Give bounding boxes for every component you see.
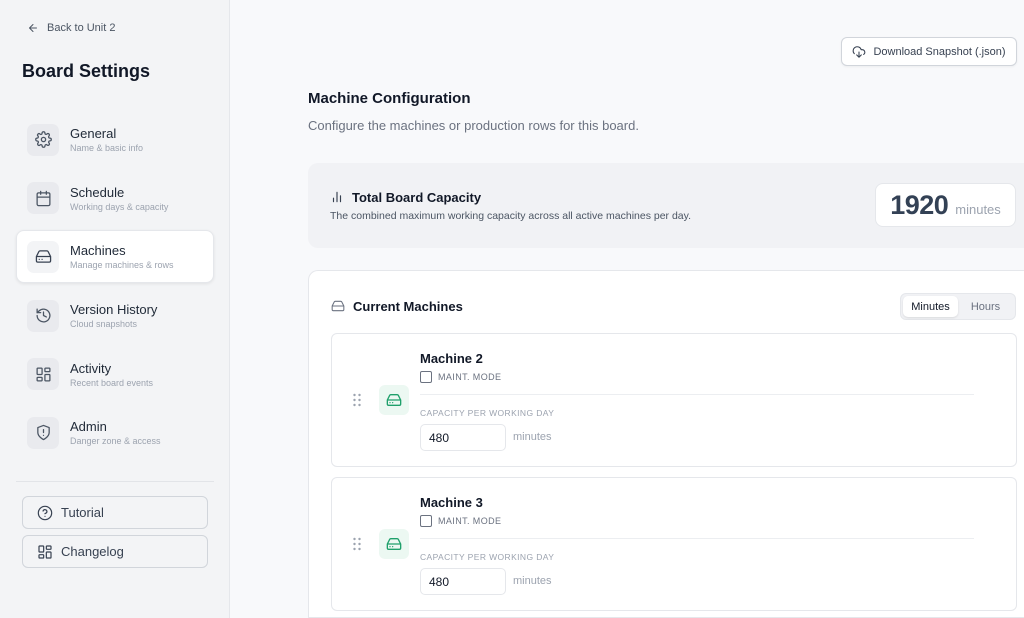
sidebar-item-sublabel: Name & basic info [70, 143, 144, 153]
unit-toggle: Minutes Hours [900, 293, 1016, 320]
machine-card: Machine 3 MAINT. MODE CAPACITY PER WORKI… [331, 477, 1017, 611]
shield-icon [27, 416, 59, 449]
sidebar: Back to Unit 2 Board Settings General Na… [0, 0, 230, 618]
machine-icon [379, 385, 409, 415]
sidebar-item-admin[interactable]: Admin Danger zone & access [16, 406, 214, 459]
grid-icon [27, 358, 59, 391]
sidebar-title: Board Settings [22, 61, 151, 81]
page-title: Machine Configuration [308, 90, 471, 107]
machine-icon [27, 240, 59, 273]
divider [420, 538, 974, 539]
sidebar-item-sublabel: Danger zone & access [70, 436, 161, 447]
download-snapshot-button[interactable]: Download Snapshot (.json) [841, 37, 1017, 66]
maint-mode-label: MAINT. MODE [438, 372, 502, 382]
cloud-download-icon [853, 45, 866, 58]
capacity-value: 1920 [890, 190, 949, 220]
maint-mode-checkbox[interactable] [420, 371, 432, 383]
capacity-unit: minutes [513, 575, 552, 587]
changelog-button[interactable]: Changelog [22, 535, 208, 568]
download-snapshot-label: Download Snapshot (.json) [873, 45, 1006, 58]
capacity-value-box: 1920 minutes [875, 183, 1016, 227]
sidebar-item-machines[interactable]: Machines Manage machines & rows [16, 230, 214, 284]
sidebar-item-sublabel: Working days & capacity [70, 201, 169, 212]
back-link[interactable]: Back to Unit 2 [27, 22, 115, 34]
capacity-unit: minutes [955, 202, 1001, 217]
sidebar-item-activity[interactable]: Activity Recent board events [16, 348, 214, 401]
sidebar-item-label: Machines [70, 243, 126, 259]
machine-icon [331, 300, 345, 312]
sidebar-item-schedule[interactable]: Schedule Working days & capacity [16, 172, 214, 225]
capacity-unit: minutes [513, 431, 552, 443]
gear-icon [27, 123, 59, 156]
sidebar-item-label: Admin [70, 419, 107, 435]
toggle-minutes[interactable]: Minutes [903, 296, 958, 317]
maint-mode-row: MAINT. MODE [420, 515, 501, 527]
arrow-left-icon [29, 24, 37, 32]
history-icon [27, 299, 59, 332]
sidebar-item-version-history[interactable]: Version History Cloud snapshots [16, 289, 214, 342]
sidebar-item-label: Schedule [70, 184, 125, 200]
divider [420, 394, 974, 395]
sidebar-item-sublabel: Recent board events [70, 377, 154, 388]
capacity-label: CAPACITY PER WORKING DAY [420, 552, 555, 562]
capacity-title: Total Board Capacity [352, 190, 482, 205]
total-capacity-card: Total Board Capacity The combined maximu… [308, 163, 1024, 248]
bar-chart-icon [332, 191, 342, 203]
settings-nav: General Name & basic info Schedule Worki… [16, 113, 214, 465]
capacity-input[interactable] [420, 424, 506, 451]
capacity-input[interactable] [420, 568, 506, 595]
drag-handle-icon[interactable] [352, 537, 362, 551]
sidebar-item-sublabel: Cloud snapshots [70, 319, 138, 330]
machines-panel-title: Current Machines [353, 299, 463, 314]
machine-card: Machine 2 MAINT. MODE CAPACITY PER WORKI… [331, 333, 1017, 467]
grid-icon [38, 544, 52, 559]
maint-mode-row: MAINT. MODE [420, 371, 501, 383]
back-link-label: Back to Unit 2 [47, 22, 116, 34]
drag-handle-icon[interactable] [352, 393, 362, 407]
sidebar-item-general[interactable]: General Name & basic info [16, 113, 214, 166]
sidebar-item-label: Activity [70, 360, 112, 376]
capacity-description: The combined maximum working capacity ac… [330, 210, 692, 222]
maint-mode-label: MAINT. MODE [438, 516, 502, 526]
sidebar-divider [16, 481, 214, 482]
sidebar-item-sublabel: Manage machines & rows [70, 260, 174, 271]
page-subtitle: Configure the machines or production row… [308, 118, 639, 133]
capacity-label: CAPACITY PER WORKING DAY [420, 408, 555, 418]
machine-icon [379, 529, 409, 559]
sidebar-item-label: Version History [70, 302, 158, 318]
calendar-icon [27, 182, 59, 215]
machines-panel: Current Machines Minutes Hours Machine 2… [308, 270, 1024, 618]
tutorial-button[interactable]: Tutorial [22, 496, 208, 529]
toggle-hours[interactable]: Hours [958, 296, 1013, 317]
machine-name: Machine 3 [420, 495, 483, 510]
machine-name: Machine 2 [420, 351, 483, 366]
tutorial-label: Tutorial [61, 505, 104, 520]
changelog-label: Changelog [61, 544, 124, 559]
help-circle-icon [37, 505, 53, 520]
sidebar-item-label: General [70, 126, 117, 141]
maint-mode-checkbox[interactable] [420, 515, 432, 527]
